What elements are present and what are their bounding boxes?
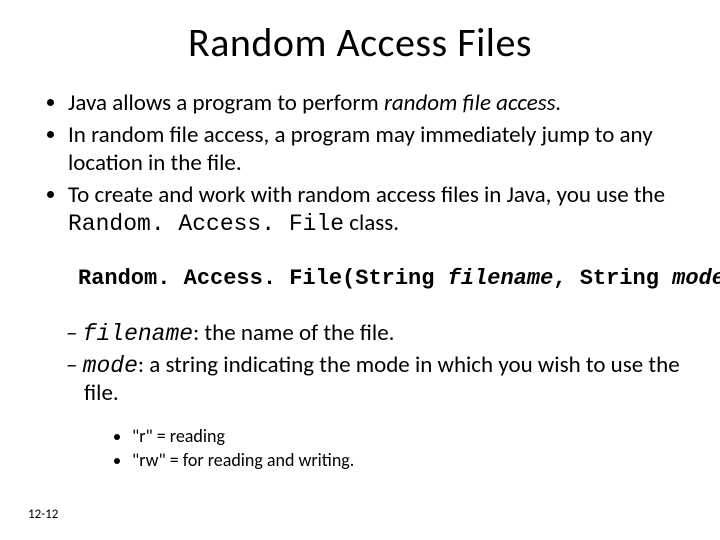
param-item: filename: the name of the file. xyxy=(66,319,680,347)
slide: Random Access Files Java allows a progra… xyxy=(0,0,720,540)
bullet-list: Java allows a program to perform random … xyxy=(40,89,680,238)
code-text: Random. Access. File xyxy=(68,211,344,237)
mode-item: "rw" = for reading and writing. xyxy=(132,449,680,471)
param-list: filename: the name of the file. mode: a … xyxy=(66,319,680,407)
text: : the name of the file. xyxy=(193,319,394,347)
bullet-item: To create and work with random access fi… xyxy=(68,181,680,238)
param-item: mode: a string indicating the mode in wh… xyxy=(66,351,680,407)
page-number: 12-12 xyxy=(28,507,58,522)
param-name: filename xyxy=(448,266,554,291)
mode-item: "r" = reading xyxy=(132,425,680,447)
param-code: mode xyxy=(83,353,138,379)
text: "r" = reading xyxy=(132,425,225,447)
text: class. xyxy=(344,209,399,237)
bullet-item: Java allows a program to perform random … xyxy=(68,89,680,117)
code-text: , xyxy=(553,266,579,291)
param-name: mode xyxy=(672,266,720,291)
text: : a string indicating the mode in which … xyxy=(84,351,680,407)
code-text: String xyxy=(355,266,434,291)
code-text: String xyxy=(580,266,659,291)
slide-title: Random Access Files xyxy=(40,18,680,67)
mode-list: "r" = reading "rw" = for reading and wri… xyxy=(110,425,680,471)
emphasis-text: random file access. xyxy=(384,89,562,117)
constructor-signature: Random. Access. File(String filename, St… xyxy=(78,266,680,291)
text: Java allows a program to perform xyxy=(68,89,384,117)
code-text: Random. Access. File( xyxy=(78,266,355,291)
text: "rw" = for reading and writing. xyxy=(132,449,354,471)
bullet-item: In random file access, a program may imm… xyxy=(68,121,680,177)
text: To create and work with random access fi… xyxy=(68,181,665,209)
text: In random file access, a program may imm… xyxy=(68,121,653,177)
param-code: filename xyxy=(83,321,193,347)
